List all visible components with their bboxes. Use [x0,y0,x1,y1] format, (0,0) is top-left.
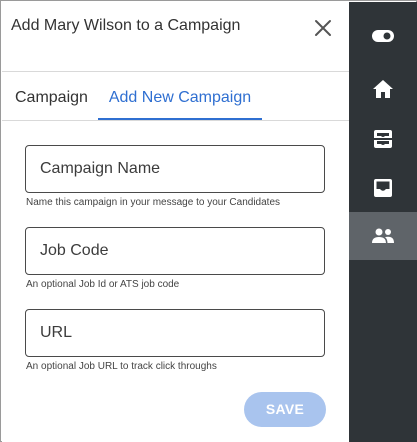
campaign-name-input[interactable] [25,145,325,193]
tab-add-new-campaign[interactable]: Add New Campaign [98,73,262,120]
home-icon [373,80,393,98]
job-code-input[interactable] [25,227,325,275]
right-sidebar [349,2,417,442]
window-frame: Add Mary Wilson to a Campaign Campaign A… [0,0,417,442]
campaign-name-help: Name this campaign in your message to yo… [26,197,281,208]
sidebar-item-home[interactable] [349,65,417,113]
url-input[interactable] [25,309,325,357]
inbox-icon [374,179,392,197]
sidebar-item-inbox[interactable] [349,164,417,212]
job-code-help: An optional Job Id or ATS job code [26,279,180,290]
sidebar-item-toggle[interactable] [349,12,417,60]
campaign-tabs: Campaign Add New Campaign [2,73,349,121]
panel-title: Add Mary Wilson to a Campaign [11,17,241,34]
url-help: An optional Job URL to track click throu… [26,361,217,372]
inbox-archive-icon [374,130,392,148]
toggle-icon [372,30,394,42]
panel-header: Add Mary Wilson to a Campaign [2,2,349,72]
add-to-campaign-panel: Add Mary Wilson to a Campaign Campaign A… [2,2,349,442]
people-icon [372,228,394,243]
save-button[interactable]: SAVE [244,392,326,427]
close-button[interactable] [311,16,335,40]
sidebar-item-archive[interactable] [349,115,417,163]
tab-campaign[interactable]: Campaign [15,73,88,120]
sidebar-item-people[interactable] [349,212,417,260]
close-icon [315,20,331,36]
